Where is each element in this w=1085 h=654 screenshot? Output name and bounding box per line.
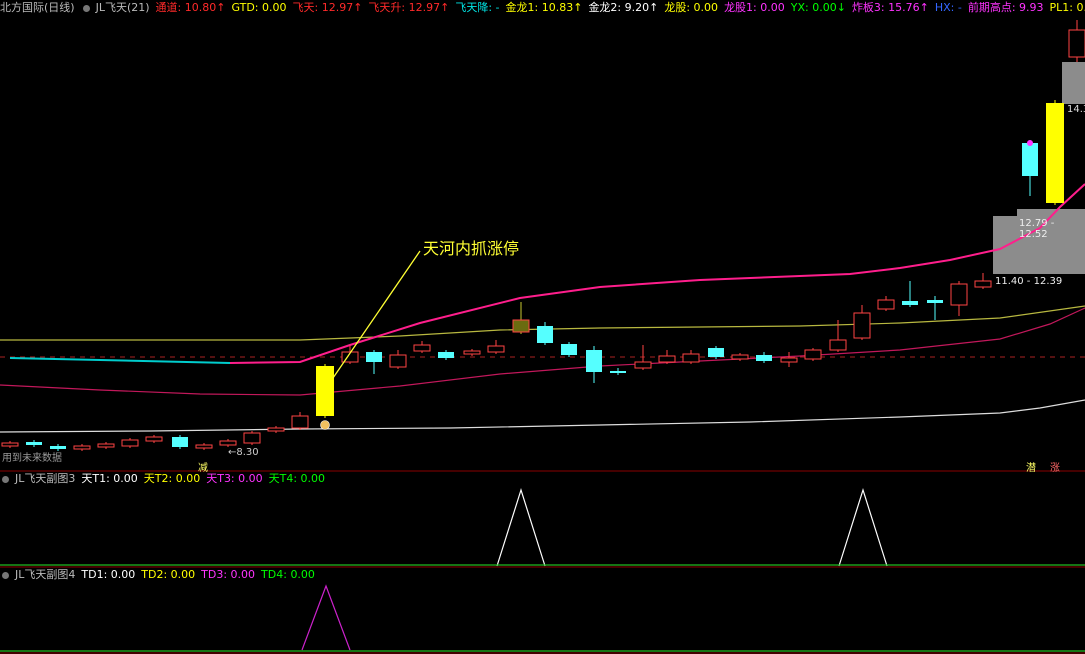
candle-body[interactable]	[487, 345, 505, 353]
right-mark-2: 涨	[1050, 463, 1060, 474]
candle-body[interactable]	[780, 357, 798, 363]
signal-dot-icon	[1027, 140, 1033, 146]
candle-body[interactable]	[927, 300, 943, 303]
future-data-note: 用到未来数据	[2, 453, 62, 464]
candle-body[interactable]	[1, 442, 19, 447]
candle-body[interactable]	[243, 432, 261, 444]
candle-body[interactable]	[537, 326, 553, 343]
candle-body[interactable]	[316, 366, 334, 416]
candle-body[interactable]	[829, 339, 847, 351]
candle-body[interactable]	[756, 355, 772, 361]
candle-body[interactable]	[195, 444, 213, 449]
signal-marker-icon	[320, 420, 330, 430]
candle-body[interactable]	[610, 371, 626, 373]
candle-body[interactable]	[586, 350, 602, 372]
sub3-signal-peak	[496, 488, 546, 567]
candle-body[interactable]	[682, 353, 700, 363]
candle-body[interactable]	[438, 352, 454, 358]
magenta-upper-line	[229, 183, 1085, 364]
candle-body[interactable]	[73, 445, 91, 450]
price-box	[1017, 209, 1085, 216]
white-band-line	[0, 399, 1085, 433]
candle-body[interactable]	[366, 352, 382, 362]
buy-mark: 减	[198, 463, 208, 474]
candle-body[interactable]	[1022, 143, 1038, 176]
candle-body[interactable]	[512, 319, 530, 333]
candle-body[interactable]	[97, 443, 115, 448]
candle-body[interactable]	[413, 344, 431, 352]
price-box	[1062, 62, 1085, 104]
candle-body[interactable]	[877, 299, 895, 310]
candle-body[interactable]	[708, 348, 724, 357]
candle-body[interactable]	[561, 344, 577, 355]
price-box-label: 11.40 - 12.39	[995, 276, 1063, 287]
candle-body[interactable]	[389, 354, 407, 368]
candle-body[interactable]	[950, 283, 968, 306]
candle-body[interactable]	[634, 361, 652, 369]
annotation-label: 天河内抓涨停	[423, 239, 520, 258]
sub3-signal-peak	[838, 488, 888, 567]
magenta-lower-line	[0, 307, 1085, 396]
price-box-label: 14.3	[1067, 104, 1085, 115]
candle-body[interactable]	[658, 355, 676, 363]
sub4-signal-peak	[301, 584, 351, 651]
candle-body[interactable]	[219, 440, 237, 446]
cyan-line	[9, 357, 231, 364]
kline-chart[interactable]	[0, 0, 1085, 654]
right-mark-1: 潜	[1026, 463, 1036, 474]
candle-body[interactable]	[172, 437, 188, 447]
candle-body[interactable]	[1046, 103, 1064, 203]
candle-body[interactable]	[463, 350, 481, 355]
candle-body[interactable]	[853, 312, 871, 339]
candle-body[interactable]	[731, 354, 749, 360]
candle-body[interactable]	[267, 427, 285, 432]
candle-body[interactable]	[804, 349, 822, 360]
candle-body[interactable]	[145, 436, 163, 442]
candle-body[interactable]	[26, 442, 42, 445]
low-price-label: ←8.30	[228, 447, 259, 458]
candle-body[interactable]	[1068, 29, 1085, 58]
candle-body[interactable]	[902, 301, 918, 305]
candle-body[interactable]	[974, 280, 992, 288]
price-box-label: 12.79 - 12.52	[1019, 218, 1055, 240]
candlestick-series[interactable]	[1, 20, 1085, 451]
candle-body[interactable]	[291, 415, 309, 429]
candle-body[interactable]	[121, 439, 139, 447]
